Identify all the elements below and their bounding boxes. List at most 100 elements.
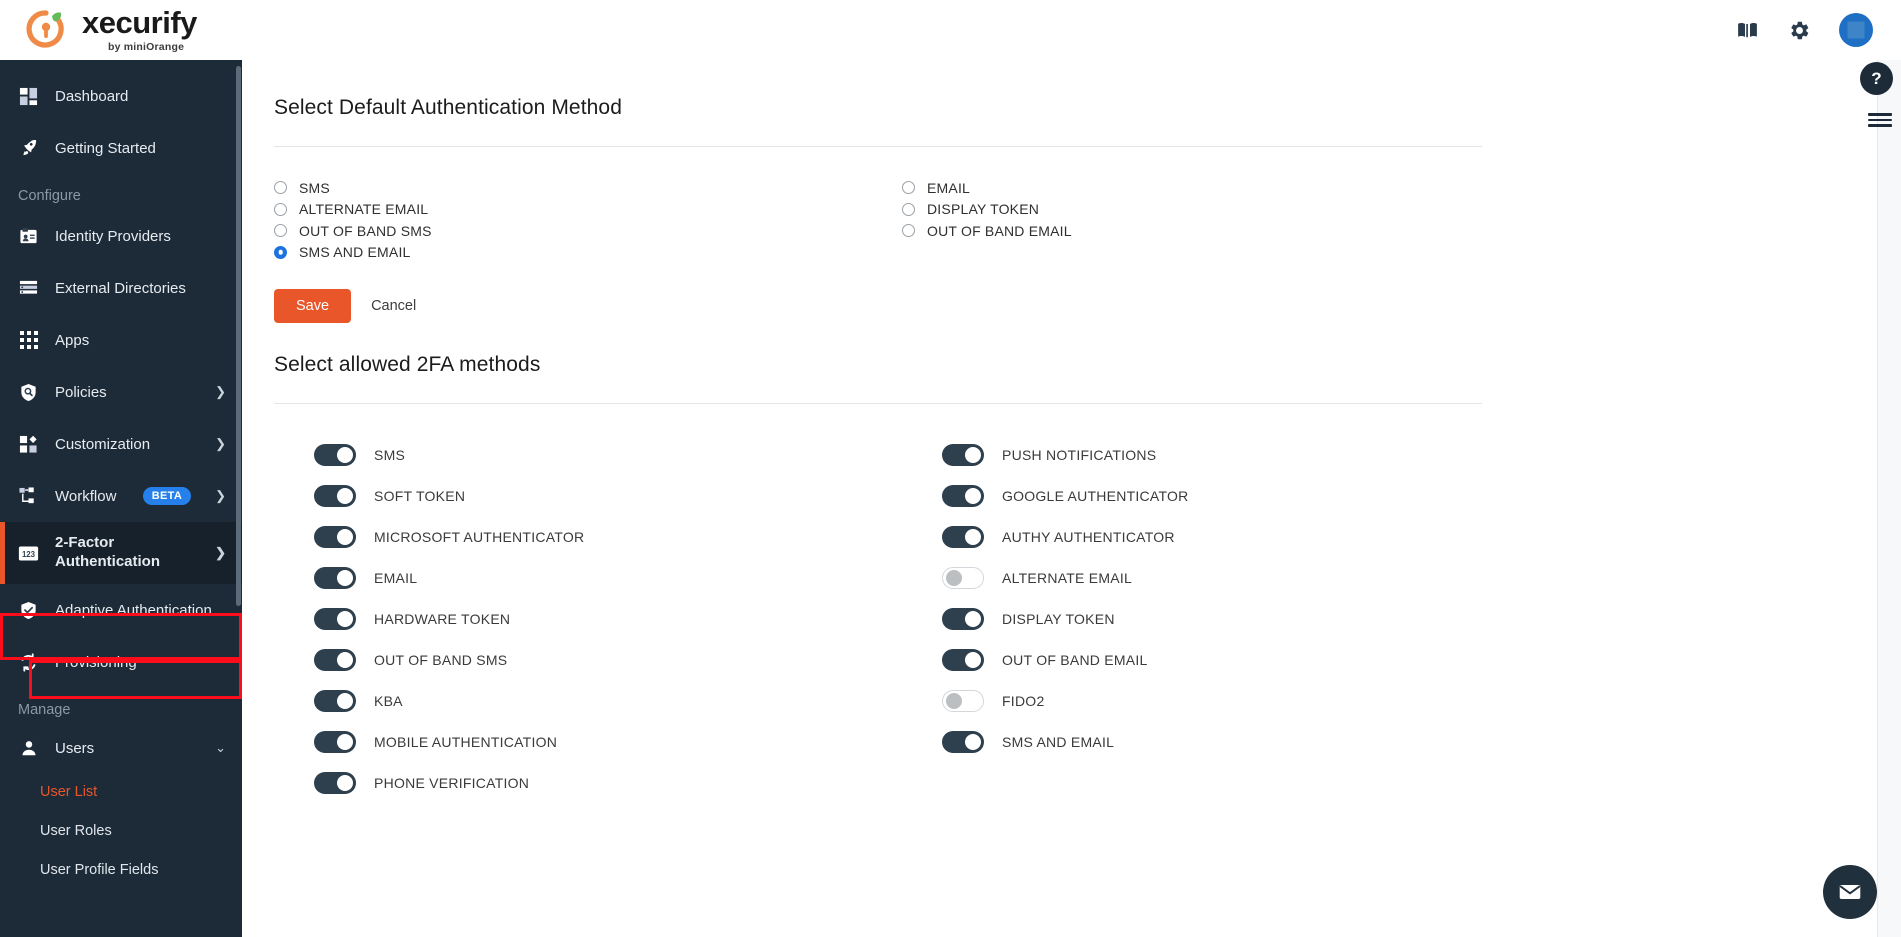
toggle-label: HARDWARE TOKEN xyxy=(374,610,511,627)
sidebar-section-configure: Configure xyxy=(18,188,81,204)
toggle-sms[interactable] xyxy=(314,443,356,466)
radio-indicator[interactable] xyxy=(902,181,915,195)
radio-alternate-email[interactable]: ALTERNATE EMAIL xyxy=(274,199,902,221)
toggle-row-display-token: DISPLAY TOKEN xyxy=(902,598,1482,639)
toggle-fido2[interactable] xyxy=(942,689,984,712)
sidebar-item-apps[interactable]: Apps xyxy=(0,314,242,366)
default-method-right-column: EMAIL DISPLAY TOKEN OUT OF BAND EMAIL xyxy=(902,177,1482,263)
toggle-label: FIDO2 xyxy=(1002,692,1045,709)
default-method-columns: SMS ALTERNATE EMAIL OUT OF BAND SMS SMS … xyxy=(274,177,1482,263)
toggle-out-of-band-sms[interactable] xyxy=(314,648,356,671)
toggle-row-soft-token: SOFT TOKEN xyxy=(274,475,902,516)
radio-out-of-band-email[interactable]: OUT OF BAND EMAIL xyxy=(902,220,1482,242)
radio-email[interactable]: EMAIL xyxy=(902,177,1482,199)
sidebar-item-identity-providers[interactable]: Identity Providers xyxy=(0,210,242,262)
toggle-alternate-email[interactable] xyxy=(942,566,984,589)
allowed-methods-left-column: SMS SOFT TOKEN MICROSOFT AUTHENTICATOR E… xyxy=(274,434,902,803)
section-title-allowed-methods: Select allowed 2FA methods xyxy=(274,353,541,376)
body-row: Dashboard Getting Started Configure Iden… xyxy=(0,60,1901,937)
xecurify-logo-icon xyxy=(22,6,70,54)
sidebar-item-adaptive-authentication[interactable]: Adaptive Authentication xyxy=(0,584,242,636)
sidebar-item-dashboard[interactable]: Dashboard xyxy=(0,70,242,122)
book-icon[interactable] xyxy=(1735,18,1760,43)
sidebar-item-2-factor-authentication[interactable]: 123 2-Factor Authentication ❯ xyxy=(0,522,242,584)
toggle-label: GOOGLE AUTHENTICATOR xyxy=(1002,487,1189,504)
toggle-email[interactable] xyxy=(314,566,356,589)
toggle-mobile-authentication[interactable] xyxy=(314,730,356,753)
sidebar-item-workflow[interactable]: Workflow BETA ❯ xyxy=(0,470,242,522)
gear-icon[interactable] xyxy=(1788,19,1811,42)
sidebar-item-external-directories[interactable]: External Directories xyxy=(0,262,242,314)
main-inner: Select Default Authentication Method SMS… xyxy=(242,96,1542,803)
toggle-label: ALTERNATE EMAIL xyxy=(1002,569,1133,586)
toggle-phone-verification[interactable] xyxy=(314,771,356,794)
brand-text: xecurify by miniOrange xyxy=(82,7,197,53)
sync-icon xyxy=(18,652,39,673)
sidebar-item-users[interactable]: Users ⌄ xyxy=(0,724,242,772)
toggle-authy-authenticator[interactable] xyxy=(942,525,984,548)
toggle-label: SOFT TOKEN xyxy=(374,487,466,504)
radio-sms[interactable]: SMS xyxy=(274,177,902,199)
radio-label: SMS AND EMAIL xyxy=(299,244,411,261)
sidebar-subitem-user-roles[interactable]: User Roles xyxy=(0,811,242,850)
radio-indicator[interactable] xyxy=(274,245,287,259)
right-rail xyxy=(1877,60,1901,937)
toggle-label: KBA xyxy=(374,692,403,709)
help-button[interactable]: ? xyxy=(1860,62,1893,95)
radio-label: SMS xyxy=(299,179,330,196)
sidebar-item-getting-started[interactable]: Getting Started xyxy=(0,122,242,174)
radio-indicator[interactable] xyxy=(274,202,287,216)
radio-sms-and-email[interactable]: SMS AND EMAIL xyxy=(274,242,902,264)
toggle-microsoft-authenticator[interactable] xyxy=(314,525,356,548)
sidebar-subitem-label: User List xyxy=(40,783,98,800)
brand-tagline: by miniOrange xyxy=(108,41,185,54)
allowed-methods-section: Select allowed 2FA methods SMS SOFT TOKE… xyxy=(274,353,1482,803)
toggle-google-authenticator[interactable] xyxy=(942,484,984,507)
toggle-display-token[interactable] xyxy=(942,607,984,630)
avatar[interactable] xyxy=(1839,13,1873,47)
allowed-methods-columns: SMS SOFT TOKEN MICROSOFT AUTHENTICATOR E… xyxy=(274,434,1482,803)
page-title: Select Default Authentication Method xyxy=(274,96,622,119)
radio-display-token[interactable]: DISPLAY TOKEN xyxy=(902,199,1482,221)
toggle-hardware-token[interactable] xyxy=(314,607,356,630)
rocket-icon xyxy=(18,138,39,159)
radio-indicator[interactable] xyxy=(902,202,915,216)
hamburger-icon[interactable] xyxy=(1868,113,1892,127)
sidebar-item-label: Provisioning xyxy=(55,653,137,671)
radio-out-of-band-sms[interactable]: OUT OF BAND SMS xyxy=(274,220,902,242)
save-button[interactable]: Save xyxy=(274,289,352,323)
toggle-soft-token[interactable] xyxy=(314,484,356,507)
toggle-kba[interactable] xyxy=(314,689,356,712)
toggle-label: SMS AND EMAIL xyxy=(1002,733,1115,750)
shield-search-icon xyxy=(18,382,39,403)
radio-indicator[interactable] xyxy=(902,224,915,238)
radio-label: OUT OF BAND EMAIL xyxy=(927,222,1072,239)
workflow-icon xyxy=(18,486,39,507)
sidebar-item-customization[interactable]: Customization ❯ xyxy=(0,418,242,470)
toggle-label: AUTHY AUTHENTICATOR xyxy=(1002,528,1175,545)
chevron-right-icon: ❯ xyxy=(215,384,226,399)
sidebar-item-label: Identity Providers xyxy=(55,227,171,245)
sidebar-item-provisioning[interactable]: Provisioning xyxy=(0,636,242,688)
sidebar-subitem-user-list[interactable]: User List xyxy=(0,772,242,811)
toggle-row-sms: SMS xyxy=(274,434,902,475)
toggle-sms-and-email[interactable] xyxy=(942,730,984,753)
sidebar-subitem-user-profile-fields[interactable]: User Profile Fields xyxy=(0,850,242,889)
toggle-out-of-band-email[interactable] xyxy=(942,648,984,671)
dashboard-icon xyxy=(18,86,39,107)
toggle-push-notifications[interactable] xyxy=(942,443,984,466)
brand-logo[interactable]: xecurify by miniOrange xyxy=(22,6,197,54)
beta-badge: BETA xyxy=(142,487,192,505)
toggle-row-alternate-email: ALTERNATE EMAIL xyxy=(902,557,1482,598)
id-card-icon xyxy=(18,226,39,247)
chat-widget-button[interactable] xyxy=(1823,865,1877,919)
cancel-button[interactable]: Cancel xyxy=(365,289,422,323)
form-actions: Save Cancel xyxy=(274,289,1482,323)
radio-indicator[interactable] xyxy=(274,181,287,195)
sidebar-item-policies[interactable]: Policies ❯ xyxy=(0,366,242,418)
sidebar-scrollbar[interactable] xyxy=(236,66,241,606)
sidebar-section-manage: Manage xyxy=(18,702,71,718)
radio-indicator[interactable] xyxy=(274,224,287,238)
shield-check-icon xyxy=(18,600,39,621)
toggle-label: MOBILE AUTHENTICATION xyxy=(374,733,558,750)
